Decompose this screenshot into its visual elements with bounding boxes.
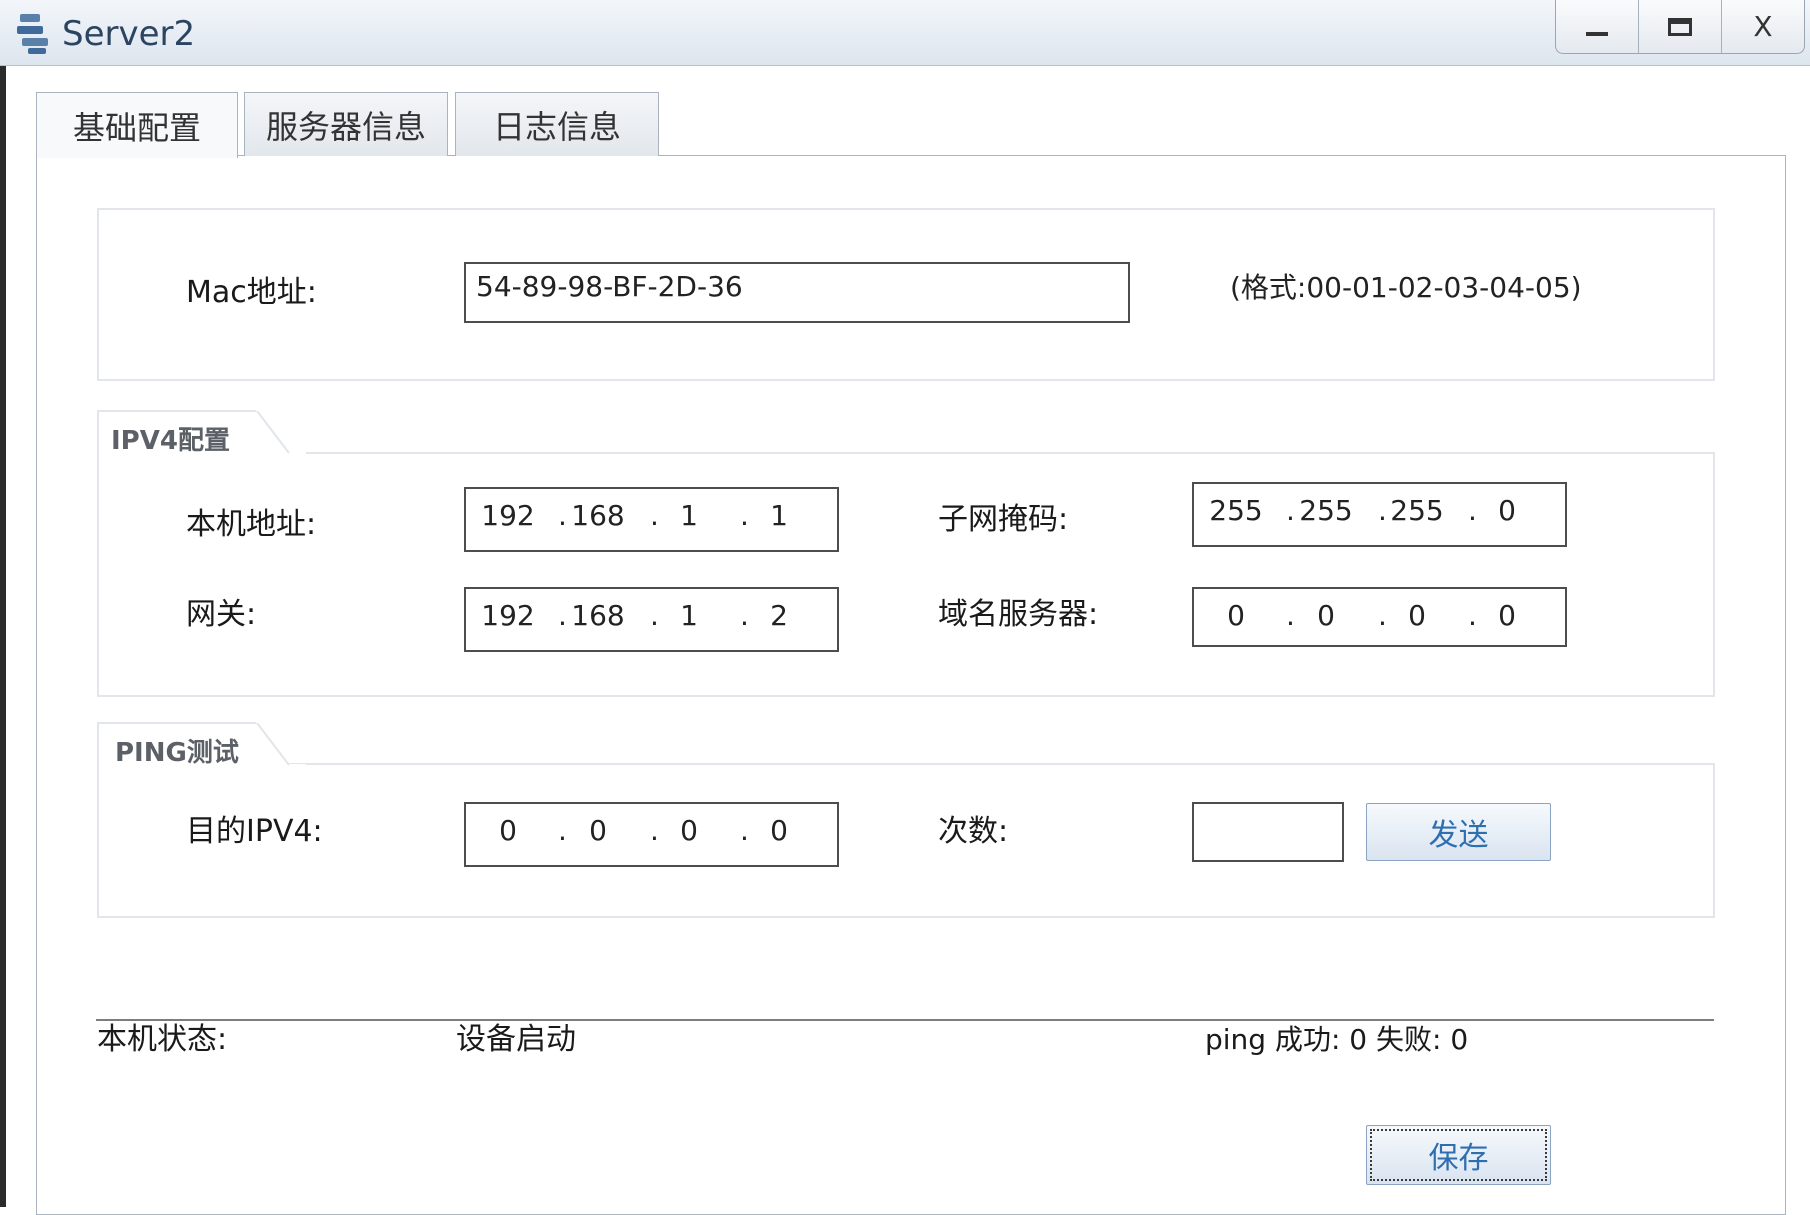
- ip-octet-1: 0: [1227, 599, 1245, 632]
- ip-octet-4: 0: [1498, 494, 1516, 527]
- ip-dot: .: [1468, 599, 1477, 632]
- ip-octet-1: 192: [481, 599, 535, 632]
- ip-dot: .: [1468, 494, 1477, 527]
- gateway-label: 网关:: [186, 597, 257, 632]
- ip-octet-4: 0: [770, 814, 788, 847]
- ip-octet-3: 255: [1390, 494, 1444, 527]
- ip-octet-2: 0: [589, 814, 607, 847]
- close-button[interactable]: X: [1722, 0, 1804, 53]
- ip-dot: .: [558, 599, 567, 632]
- window-title: Server2: [62, 14, 196, 54]
- save-button[interactable]: 保存: [1366, 1125, 1551, 1185]
- dns-server-input[interactable]: 0 . 0 . 0 . 0: [1192, 587, 1567, 647]
- ping-count-label: 次数:: [938, 814, 1009, 849]
- window-frame-edge: [0, 66, 6, 1207]
- host-address-input[interactable]: 192 . 168 . 1 . 1: [464, 487, 839, 552]
- maximize-icon: [1668, 17, 1692, 36]
- ip-dot: .: [740, 814, 749, 847]
- mac-address-value: 54-89-98-BF-2D-36: [476, 270, 743, 303]
- gateway-input[interactable]: 192 . 168 . 1 . 2: [464, 587, 839, 652]
- window-controls: X: [1555, 0, 1805, 54]
- ip-octet-1: 0: [499, 814, 517, 847]
- status-divider: [96, 1019, 1714, 1021]
- ipv4-legend: IPV4配置: [111, 426, 230, 456]
- ping-legend-slant: [256, 722, 306, 766]
- ping-destination-input[interactable]: 0 . 0 . 0 . 0: [464, 802, 839, 867]
- tab-server-info[interactable]: 服务器信息: [244, 92, 448, 156]
- ip-octet-1: 192: [481, 499, 535, 532]
- host-address-label: 本机地址:: [186, 507, 317, 542]
- ping-count-input[interactable]: [1192, 802, 1344, 862]
- ip-dot: .: [740, 499, 749, 532]
- ip-octet-2: 168: [571, 499, 625, 532]
- ipv4-legend-slant: [256, 410, 306, 454]
- ip-octet-1: 255: [1209, 494, 1263, 527]
- tab-log-info[interactable]: 日志信息: [455, 92, 659, 156]
- send-button[interactable]: 发送: [1366, 803, 1551, 861]
- ip-octet-2: 255: [1299, 494, 1353, 527]
- ip-octet-3: 1: [680, 599, 698, 632]
- tab-basic-config[interactable]: 基础配置: [36, 92, 238, 158]
- ip-octet-2: 0: [1317, 599, 1335, 632]
- ip-octet-4: 0: [1498, 599, 1516, 632]
- ip-dot: .: [1378, 494, 1387, 527]
- minimize-icon: [1586, 31, 1608, 36]
- ip-dot: .: [1378, 599, 1387, 632]
- ip-dot: .: [650, 814, 659, 847]
- ip-dot: .: [1286, 599, 1295, 632]
- ip-octet-4: 1: [770, 499, 788, 532]
- server-app-icon: [14, 10, 56, 56]
- host-status-value: 设备启动: [456, 1022, 576, 1057]
- ip-dot: .: [650, 599, 659, 632]
- maximize-button[interactable]: [1639, 0, 1722, 53]
- mac-address-input[interactable]: 54-89-98-BF-2D-36: [464, 262, 1130, 323]
- ip-dot: .: [1286, 494, 1295, 527]
- ip-octet-2: 168: [571, 599, 625, 632]
- ip-octet-3: 1: [680, 499, 698, 532]
- ip-dot: .: [650, 499, 659, 532]
- dns-server-label: 域名服务器:: [938, 597, 1099, 632]
- title-bar: Server2 X: [0, 0, 1810, 66]
- ip-octet-3: 0: [1408, 599, 1426, 632]
- mac-label: Mac地址:: [186, 275, 317, 310]
- close-icon: X: [1753, 10, 1773, 43]
- minimize-button[interactable]: [1556, 0, 1639, 53]
- host-status-label: 本机状态:: [97, 1022, 228, 1057]
- subnet-mask-input[interactable]: 255 . 255 . 255 . 0: [1192, 482, 1567, 547]
- ip-octet-3: 0: [680, 814, 698, 847]
- ip-dot: .: [558, 499, 567, 532]
- ping-legend: PING测试: [115, 738, 239, 768]
- ip-dot: .: [740, 599, 749, 632]
- ping-destination-label: 目的IPV4:: [186, 814, 323, 849]
- ping-result: ping 成功: 0 失败: 0: [1205, 1023, 1469, 1056]
- mac-format-hint: (格式:00-01-02-03-04-05): [1230, 271, 1582, 304]
- ip-dot: .: [558, 814, 567, 847]
- ip-octet-4: 2: [770, 599, 788, 632]
- subnet-mask-label: 子网掩码:: [938, 502, 1069, 537]
